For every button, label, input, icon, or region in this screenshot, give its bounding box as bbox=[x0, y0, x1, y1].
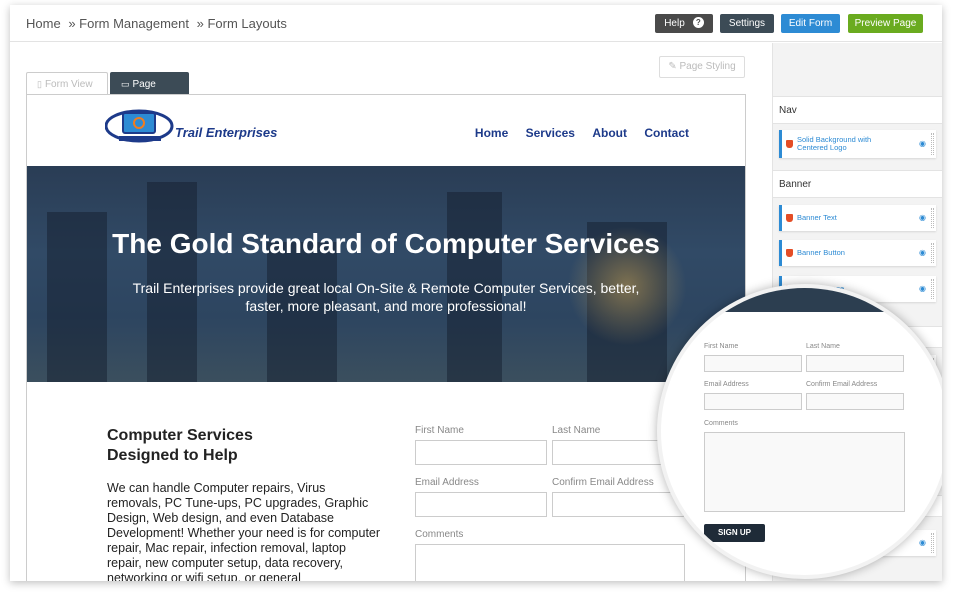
question-icon: ? bbox=[692, 16, 704, 28]
confirm-email-field[interactable] bbox=[552, 492, 684, 517]
comments-field[interactable] bbox=[415, 544, 685, 581]
page-styling-button[interactable]: ✎ Page Styling bbox=[659, 56, 745, 78]
content-section: Computer Services Designed to Help We ca… bbox=[27, 382, 745, 581]
settings-button[interactable]: Settings bbox=[720, 14, 774, 33]
comments-label: Comments bbox=[415, 529, 464, 540]
breadcrumb-form-layouts: » Form Layouts bbox=[196, 16, 287, 31]
html5-icon bbox=[786, 214, 793, 222]
tab-form-view[interactable]: ▯ Form View bbox=[26, 72, 108, 94]
site-navbar: Trail Enterprises Home Services About Co… bbox=[27, 95, 745, 166]
banner-item-label: Banner Button bbox=[797, 248, 845, 257]
site-nav-home[interactable]: Home bbox=[475, 126, 508, 140]
app-window: Home » Form Management » Form Layouts He… bbox=[10, 5, 942, 581]
page-styling-label: Page Styling bbox=[679, 61, 736, 72]
brand-name: Trail Enterprises bbox=[175, 125, 278, 140]
confirm-email-label: Confirm Email Address bbox=[552, 477, 654, 488]
eye-icon[interactable]: ◉ bbox=[919, 139, 926, 148]
signup-button[interactable]: SIGN UP bbox=[704, 524, 765, 542]
section-description: We can handle Computer repairs, Virus re… bbox=[107, 481, 381, 581]
hero-banner: The Gold Standard of Computer Services T… bbox=[27, 166, 745, 382]
nav-section-title: Nav bbox=[773, 96, 942, 124]
nav-item-solid-background[interactable]: Solid Background with Centered Logo ◉ bbox=[779, 130, 936, 158]
banner-item-button[interactable]: Banner Button ◉ bbox=[779, 240, 936, 266]
section-heading: Computer Services Designed to Help bbox=[107, 427, 253, 464]
zoom-last-name-label: Last Name bbox=[806, 343, 840, 350]
zoom-email-field[interactable] bbox=[704, 393, 802, 410]
tab-page-view[interactable]: ▭Page View bbox=[110, 72, 189, 112]
banner-title: The Gold Standard of Computer Services bbox=[112, 228, 660, 259]
banner-item-label: Banner Text bbox=[797, 213, 837, 222]
drag-handle[interactable] bbox=[931, 243, 934, 263]
zoom-comments-label: Comments bbox=[704, 420, 738, 427]
html5-icon bbox=[786, 140, 793, 148]
top-bar: Home » Form Management » Form Layouts He… bbox=[10, 5, 942, 42]
monitor-icon: ▭ bbox=[121, 79, 130, 89]
html5-icon bbox=[786, 249, 793, 257]
eye-icon[interactable]: ◉ bbox=[919, 248, 926, 257]
last-name-label: Last Name bbox=[552, 425, 601, 436]
breadcrumb-home[interactable]: Home bbox=[26, 16, 61, 31]
drag-handle[interactable] bbox=[931, 133, 934, 155]
zoom-confirm-email-field[interactable] bbox=[806, 393, 904, 410]
magnifier-banner-edge bbox=[661, 288, 942, 312]
first-name-field[interactable] bbox=[415, 440, 547, 465]
banner-text: Trail Enterprises provide great local On… bbox=[132, 280, 640, 314]
email-field[interactable] bbox=[415, 492, 547, 517]
edit-form-button[interactable]: Edit Form bbox=[781, 14, 840, 33]
zoom-confirm-email-label: Confirm Email Address bbox=[806, 381, 878, 388]
zoom-email-label: Email Address bbox=[704, 381, 749, 388]
banner-section-title: Banner bbox=[773, 170, 942, 198]
site-nav: Home Services About Contact bbox=[461, 126, 689, 140]
site-nav-services[interactable]: Services bbox=[526, 126, 575, 140]
zoom-first-name-field[interactable] bbox=[704, 355, 802, 372]
page-preview: Trail Enterprises Home Services About Co… bbox=[26, 94, 746, 581]
form-zoom-magnifier: First Name Last Name Email Address Confi… bbox=[657, 284, 942, 579]
zoom-comments-field[interactable] bbox=[704, 432, 905, 512]
zoom-last-name-field[interactable] bbox=[806, 355, 904, 372]
nav-item-label: Solid Background with Centered Logo bbox=[797, 135, 872, 152]
breadcrumb: Home » Form Management » Form Layouts bbox=[26, 16, 291, 31]
site-nav-contact[interactable]: Contact bbox=[644, 126, 689, 140]
preview-page-button[interactable]: Preview Page bbox=[848, 14, 923, 33]
document-icon: ▯ bbox=[37, 79, 42, 89]
zoom-first-name-label: First Name bbox=[704, 343, 739, 350]
help-label: Help bbox=[664, 18, 685, 29]
drag-handle[interactable] bbox=[931, 208, 934, 228]
drag-handle[interactable] bbox=[931, 533, 934, 553]
email-label: Email Address bbox=[415, 477, 479, 488]
pencil-icon: ✎ bbox=[668, 61, 680, 72]
site-nav-about[interactable]: About bbox=[592, 126, 627, 140]
eye-icon[interactable]: ◉ bbox=[919, 538, 926, 547]
eye-icon[interactable]: ◉ bbox=[919, 213, 926, 222]
banner-item-text[interactable]: Banner Text ◉ bbox=[779, 205, 936, 231]
breadcrumb-form-management[interactable]: » Form Management bbox=[68, 16, 189, 31]
tab-form-view-label: Form View bbox=[44, 79, 93, 90]
workspace: ✎ Page Styling ▯Form View ▭Page View Tra… bbox=[10, 43, 772, 581]
first-name-label: First Name bbox=[415, 425, 464, 436]
help-button[interactable]: Help? bbox=[655, 14, 713, 33]
